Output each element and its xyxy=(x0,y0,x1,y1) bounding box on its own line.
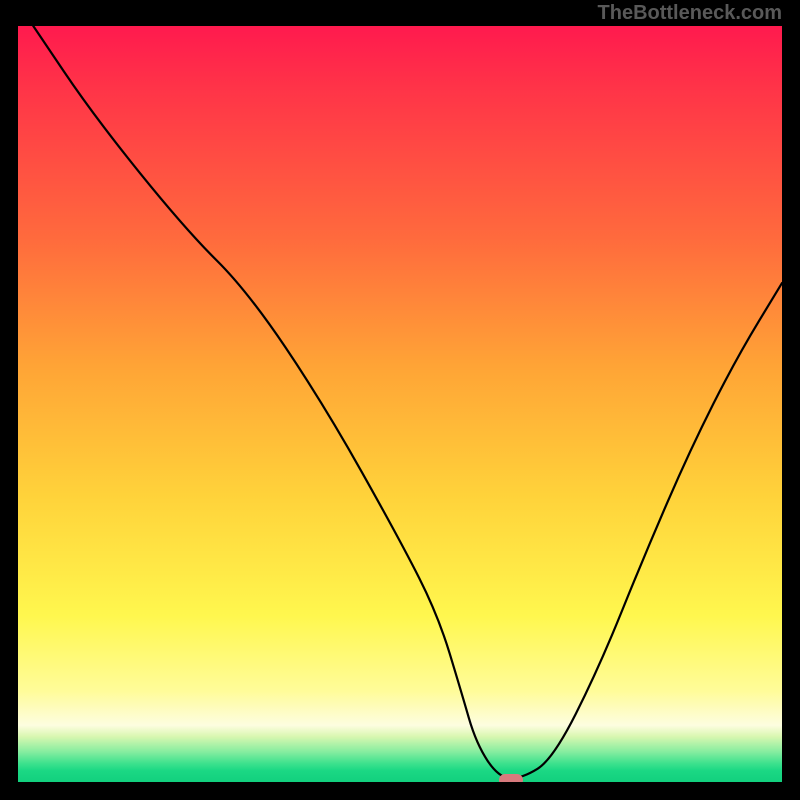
watermark-text: TheBottleneck.com xyxy=(598,2,782,25)
plot-area xyxy=(18,26,782,782)
bottleneck-curve-svg xyxy=(18,26,782,782)
bottleneck-curve-path xyxy=(33,26,782,778)
optimal-marker xyxy=(499,774,523,782)
